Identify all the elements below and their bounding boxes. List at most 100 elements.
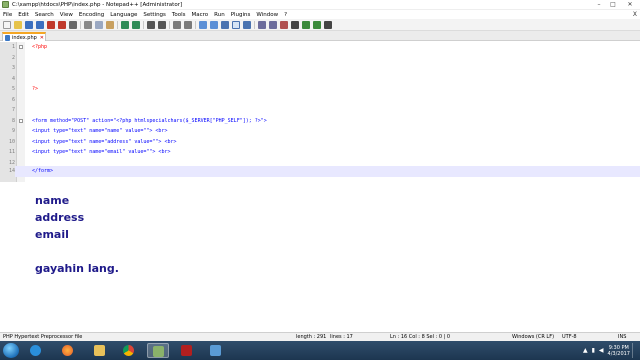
save-macro-icon[interactable] [324,20,332,29]
menu-view[interactable]: View [60,12,73,18]
tab-index-php[interactable]: index.php ✕ [2,32,46,41]
code-line: 4 [0,74,640,85]
menu-macro[interactable]: Macro [191,12,208,18]
word-wrap-icon[interactable] [221,20,229,29]
clock-date: 4/3/2017 [607,350,630,357]
zoom-in-icon[interactable] [173,20,181,29]
run-macro-multiple-icon[interactable] [313,20,321,29]
maximize-button[interactable]: □ [606,0,620,10]
indent-guide-icon[interactable] [243,20,251,29]
menu-edit[interactable]: Edit [18,12,29,18]
folder-icon [94,345,105,356]
code-line: 5 ?> [0,84,640,95]
network-icon[interactable]: ▮ [592,347,595,354]
show-all-characters-icon[interactable] [232,20,240,29]
taskbar-notepad-plus-plus[interactable] [147,343,169,358]
close-document-button[interactable]: X [633,10,637,19]
status-position: Ln : 16 Col : 8 Sel : 0 | 0 [390,334,451,340]
taskbar-chrome[interactable] [118,343,140,358]
toolbar-separator [143,20,144,29]
minimize-button[interactable]: – [592,0,606,10]
menu-language[interactable]: Language [110,12,137,18]
code-line: 8 <form method="POST" action="<?php html… [0,116,640,127]
tab-close-icon[interactable]: ✕ [40,35,44,41]
system-tray: ▲ ▮ ◀ 9:30 PM 4/3/2017 [583,343,636,358]
zoom-out-icon[interactable] [184,20,192,29]
clock-time: 9:30 PM [608,344,629,351]
line-number: 4 [11,75,15,82]
code-line: 2 [0,53,640,64]
code-editor[interactable]: 1 <?php 2 3 4 5 ?> 6 7 8 <form method="P… [0,42,640,182]
current-code-line: 14 </form> [0,166,640,177]
show-hidden-icons-icon[interactable]: ▲ [583,347,588,354]
menu-file[interactable]: File [3,12,12,18]
sync-horizontal-icon[interactable] [210,20,218,29]
status-eol[interactable]: Windows (CR LF) [512,333,554,341]
menu-search[interactable]: Search [35,12,54,18]
menu-help[interactable]: ? [284,12,287,18]
window-title: C:\xampp\htdocs\PHP\index.php - Notepad+… [12,1,183,8]
menu-plugins[interactable]: Plugins [231,12,251,18]
show-desktop-button[interactable] [632,343,636,358]
menu-run[interactable]: Run [214,12,225,18]
record-macro-icon[interactable] [280,20,288,29]
toolbar-separator [254,20,255,29]
fold-toggle-icon[interactable] [19,45,23,49]
save-all-icon[interactable] [36,20,44,29]
volume-icon[interactable]: ◀ [599,347,604,354]
fold-toggle-icon[interactable] [19,118,23,123]
taskbar-ie[interactable] [25,343,47,358]
menu-settings[interactable]: Settings [143,12,166,18]
status-insert-mode[interactable]: INS [618,333,626,341]
toolbar [0,19,640,31]
annotation-field-list: name address email [35,192,84,243]
tab-label: index.php [12,34,37,41]
taskbar-remote-desktop[interactable] [205,343,227,358]
dota-icon [181,345,192,356]
line-number: 2 [11,54,15,61]
menu-window[interactable]: Window [256,12,278,18]
menu-tools[interactable]: Tools [172,12,186,18]
notepad-plus-plus-icon [153,346,164,357]
taskbar-explorer[interactable] [89,343,111,358]
code-text: <input type="text" name="name" value="">… [32,128,168,134]
open-file-icon[interactable] [14,20,22,29]
close-all-icon[interactable] [58,20,66,29]
print-icon[interactable] [69,20,77,29]
document-map-icon[interactable] [258,20,266,29]
taskbar-dota[interactable] [176,343,198,358]
toolbar-separator [169,20,170,29]
close-window-button[interactable]: ✕ [620,0,640,10]
notepad-plus-plus-icon [2,1,9,8]
stop-recording-icon[interactable] [291,20,299,29]
toolbar-separator [117,20,118,29]
copy-icon[interactable] [95,20,103,29]
code-text: <?php [32,44,48,50]
code-line: 11 <input type="text" name="email" value… [0,147,640,158]
clock[interactable]: 9:30 PM 4/3/2017 [608,345,630,357]
redo-icon[interactable] [132,20,140,29]
code-line: 1 <?php [0,42,640,53]
line-number: 10 [8,138,15,145]
new-file-icon[interactable] [3,20,11,29]
status-file-type: PHP Hypertext Preprocessor file [3,334,83,340]
line-number: 6 [11,96,15,103]
cut-icon[interactable] [84,20,92,29]
annotation-field-email: email [35,228,69,241]
menu-encoding[interactable]: Encoding [79,12,104,18]
function-list-icon[interactable] [269,20,277,29]
sync-vertical-icon[interactable] [199,20,207,29]
replace-icon[interactable] [158,20,166,29]
code-line: 10 <input type="text" name="address" val… [0,137,640,148]
taskbar-firefox[interactable] [57,343,79,358]
code-text: </form> [32,168,54,174]
status-encoding[interactable]: UTF-8 [562,333,577,341]
find-icon[interactable] [147,20,155,29]
window-app-icon [210,345,221,356]
close-file-icon[interactable] [47,20,55,29]
undo-icon[interactable] [121,20,129,29]
start-button-icon[interactable] [3,343,19,358]
paste-icon[interactable] [106,20,114,29]
save-icon[interactable] [25,20,33,29]
play-macro-icon[interactable] [302,20,310,29]
